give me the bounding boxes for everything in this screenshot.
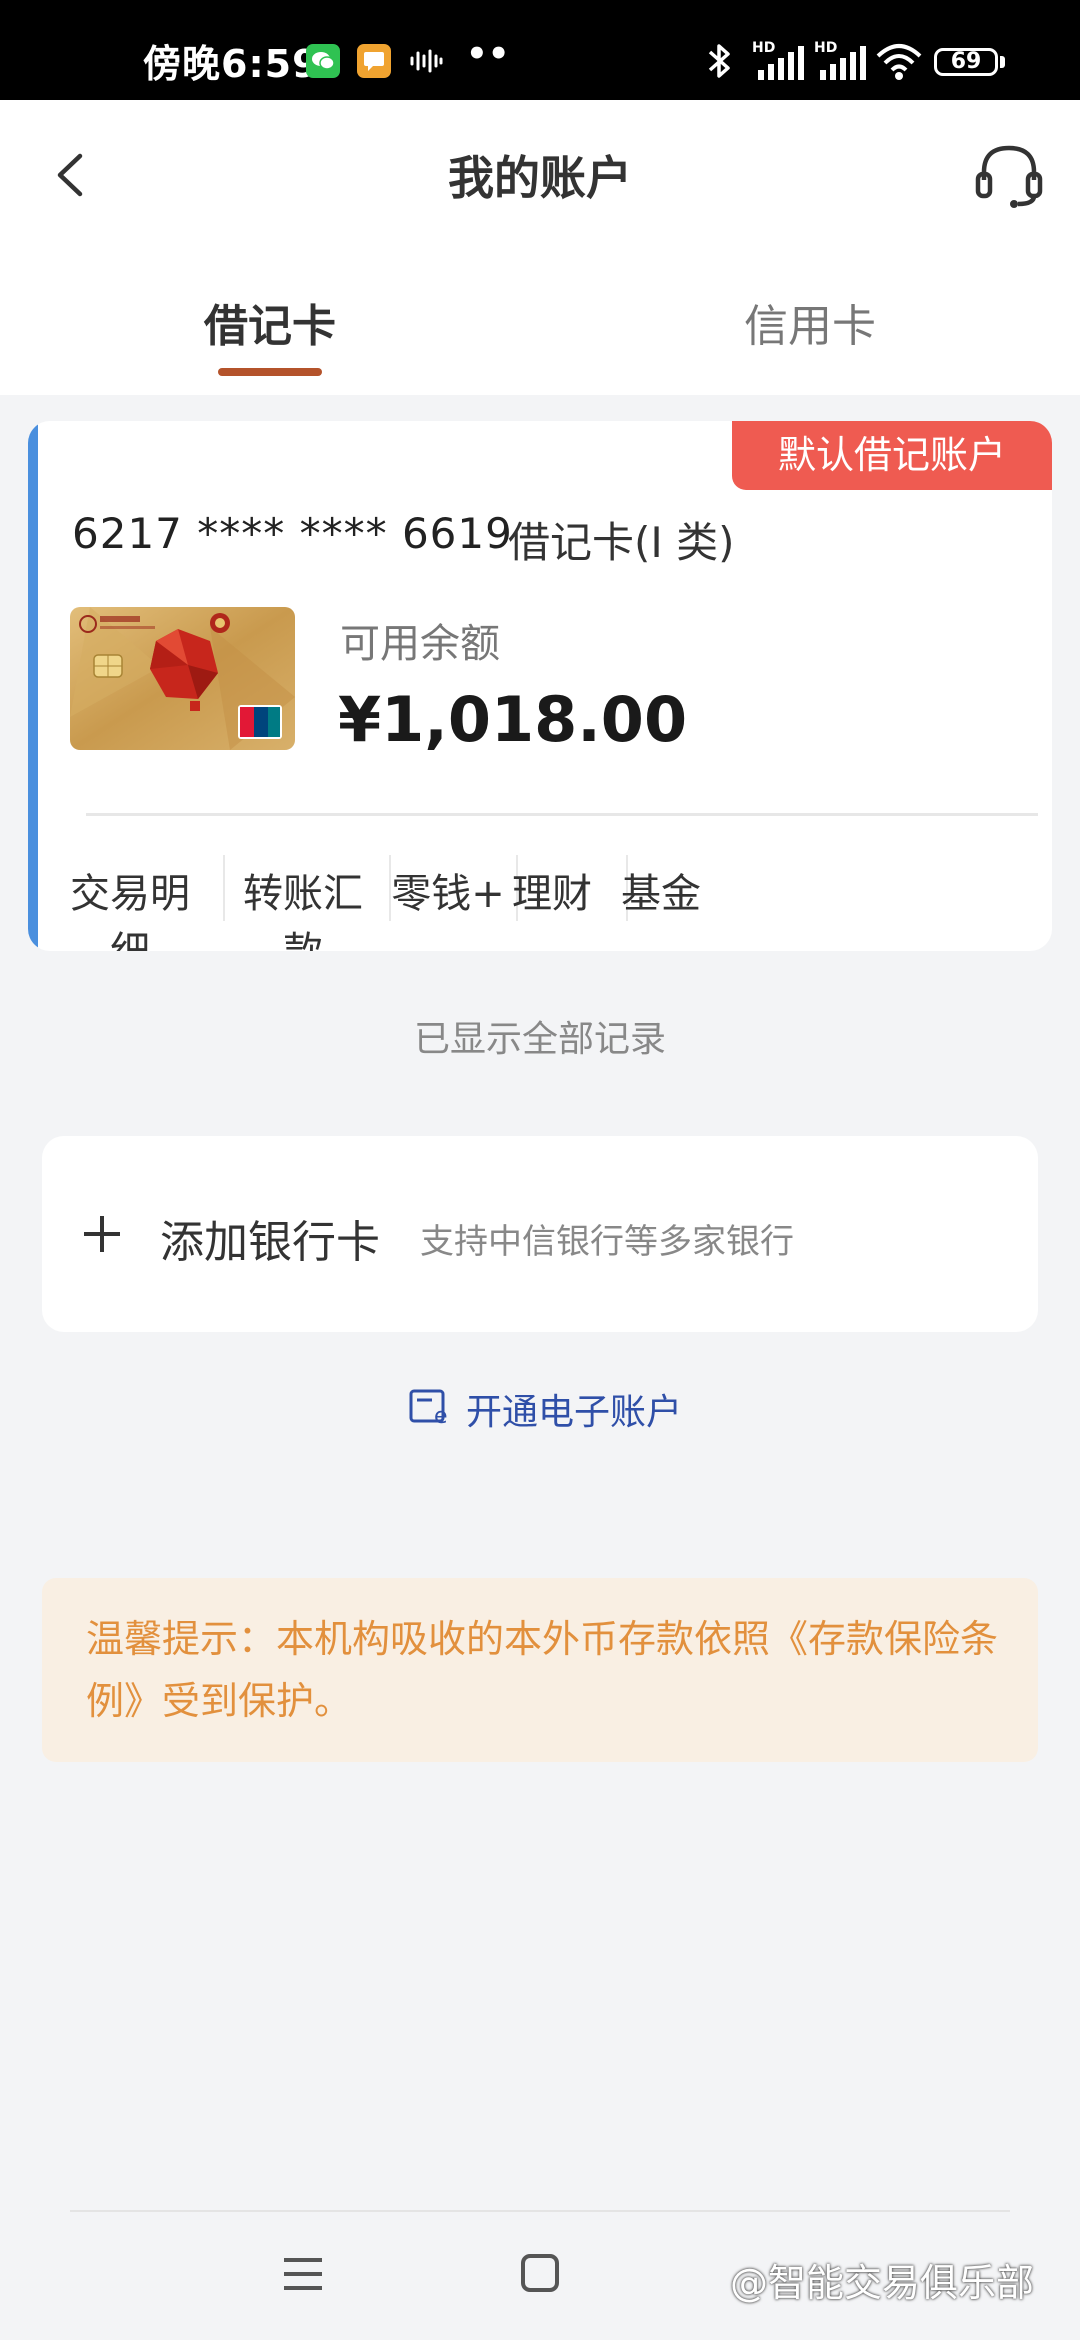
voice-notification-icon bbox=[410, 49, 443, 73]
card-accent-bar bbox=[28, 421, 38, 951]
all-records-note: 已显示全部记录 bbox=[413, 1019, 666, 1060]
status-time: 傍晚6:59 bbox=[143, 42, 320, 86]
action-change-plus[interactable]: 零钱+ bbox=[388, 861, 508, 919]
add-card-label: 添加银行卡 bbox=[160, 1217, 380, 1268]
home-square-icon[interactable] bbox=[520, 2253, 560, 2293]
balance-label: 可用余额 bbox=[340, 621, 500, 667]
wechat-notification-icon bbox=[306, 44, 340, 78]
message-notification-icon bbox=[357, 44, 391, 78]
svg-text:e: e bbox=[434, 1404, 448, 1427]
tab-credit-card[interactable]: 信用卡 bbox=[710, 290, 910, 354]
page-title: 我的账户 bbox=[448, 151, 632, 205]
e-account-label: 开通电子账户 bbox=[466, 1392, 683, 1433]
battery-icon: 69 bbox=[934, 48, 998, 76]
balance-value: ¥1,018.00 bbox=[338, 683, 688, 756]
plus-icon bbox=[84, 1216, 120, 1252]
action-wealth[interactable]: 理财 bbox=[502, 861, 602, 919]
default-account-badge: 默认借记账户 bbox=[732, 421, 1052, 490]
action-separator bbox=[223, 855, 225, 921]
headset-icon[interactable] bbox=[972, 140, 1046, 210]
card-divider bbox=[86, 813, 1038, 816]
signal-hd-1-icon: HD bbox=[752, 40, 804, 80]
tab-debit-card[interactable]: 借记卡 bbox=[170, 290, 370, 354]
active-tab-indicator bbox=[218, 368, 322, 376]
menu-icon[interactable] bbox=[282, 2254, 324, 2294]
more-notifications-icon: •• bbox=[466, 34, 510, 74]
signal-hd-2-icon: HD bbox=[814, 40, 866, 80]
add-card-subtitle: 支持中信银行等多家银行 bbox=[420, 1222, 794, 1262]
bank-card-image bbox=[70, 607, 295, 750]
bluetooth-icon bbox=[708, 44, 730, 78]
deposit-insurance-tip: 温馨提示：本机构吸收的本外币存款依照《存款保险条例》受到保护。 bbox=[42, 1578, 1038, 1762]
nav-divider bbox=[70, 2210, 1010, 2212]
card-number: 6217 **** **** 6619 bbox=[72, 509, 513, 558]
tip-text: 温馨提示：本机构吸收的本外币存款依照《存款保险条例》受到保护。 bbox=[86, 1617, 999, 1723]
svg-text:HD: HD bbox=[814, 40, 837, 56]
action-transfer[interactable]: 转账汇款 bbox=[228, 861, 378, 951]
card-type: 借记卡(I 类) bbox=[508, 518, 735, 567]
e-card-icon: e bbox=[409, 1389, 448, 1427]
action-fund[interactable]: 基金 bbox=[618, 861, 704, 919]
header: 我的账户 借记卡 信用卡 bbox=[0, 100, 1080, 395]
watermark: @智能交易俱乐部 bbox=[730, 2261, 1035, 2305]
svg-text:HD: HD bbox=[752, 40, 775, 56]
add-bank-card-button[interactable]: 添加银行卡 支持中信银行等多家银行 bbox=[42, 1136, 1038, 1332]
battery-tip bbox=[1000, 56, 1005, 68]
action-transaction-details[interactable]: 交易明细 bbox=[54, 861, 206, 951]
account-card[interactable]: 默认借记账户 6217 **** **** 6619 借记卡(I 类) 可用余额… bbox=[28, 421, 1052, 951]
wifi-icon bbox=[876, 44, 922, 80]
status-bar: 傍晚6:59 •• HD HD 69 bbox=[0, 0, 1080, 100]
